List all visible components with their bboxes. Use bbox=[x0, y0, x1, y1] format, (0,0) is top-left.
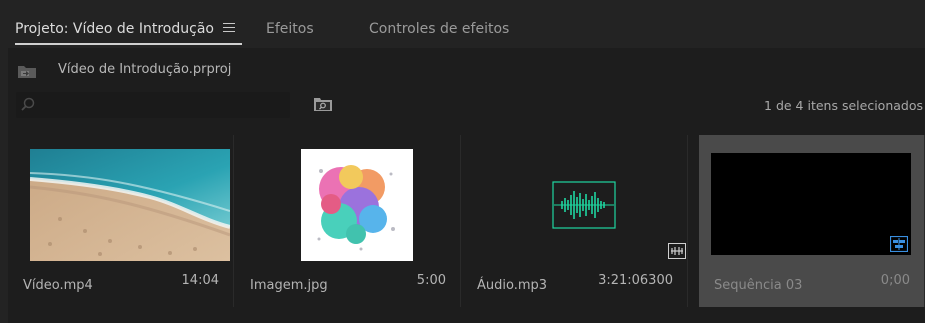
media-name-audio: Áudio.mp3 bbox=[477, 278, 548, 293]
media-duration-image: 5:00 bbox=[416, 273, 446, 288]
new-bin-icon[interactable] bbox=[313, 96, 333, 112]
image-thumbnail bbox=[301, 149, 413, 261]
project-panel: Projeto: Vídeo de Introdução Efeitos Con… bbox=[8, 12, 925, 323]
media-duration-video: 14:04 bbox=[181, 273, 219, 288]
selection-status: 1 de 4 itens selecionados bbox=[764, 98, 923, 113]
media-duration-audio: 3:21:06300 bbox=[598, 273, 673, 288]
project-file-name: Vídeo de Introdução.prproj bbox=[58, 62, 232, 77]
media-duration-sequence: 0;00 bbox=[880, 273, 910, 288]
media-tile-video[interactable]: Vídeo.mp4 14:04 bbox=[8, 135, 234, 307]
active-tab-indicator bbox=[15, 43, 242, 45]
hamburger-icon[interactable] bbox=[223, 23, 235, 33]
tab-project[interactable]: Projeto: Vídeo de Introdução bbox=[15, 21, 214, 37]
project-folder-icon bbox=[18, 66, 36, 78]
sequence-thumbnail bbox=[711, 153, 911, 255]
project-file-row: Vídeo de Introdução.prproj bbox=[8, 58, 925, 82]
media-name-video: Vídeo.mp4 bbox=[23, 278, 93, 293]
media-tile-audio[interactable]: Áudio.mp3 3:21:06300 bbox=[462, 135, 688, 307]
media-name-image: Imagem.jpg bbox=[250, 278, 328, 293]
audio-clip-badge-icon bbox=[668, 243, 686, 259]
audio-waveform-thumbnail bbox=[552, 181, 616, 229]
search-input[interactable] bbox=[16, 92, 290, 118]
sequence-badge-icon bbox=[890, 236, 908, 252]
tab-effect-controls[interactable]: Controles de efeitos bbox=[369, 21, 509, 37]
video-thumbnail bbox=[30, 149, 230, 261]
search-icon bbox=[21, 97, 35, 111]
panel-footer bbox=[8, 307, 925, 323]
media-tile-sequence[interactable]: Sequência 03 0;00 bbox=[699, 135, 925, 307]
window-top-strip bbox=[0, 0, 925, 12]
media-grid: Vídeo.mp4 14:04 Imagem.jpg 5:00 Áudio.mp… bbox=[8, 135, 925, 307]
media-name-sequence: Sequência 03 bbox=[714, 278, 803, 293]
tab-effects[interactable]: Efeitos bbox=[266, 21, 314, 37]
panel-tab-bar: Projeto: Vídeo de Introdução Efeitos Con… bbox=[8, 12, 925, 48]
media-tile-image[interactable]: Imagem.jpg 5:00 bbox=[235, 135, 461, 307]
